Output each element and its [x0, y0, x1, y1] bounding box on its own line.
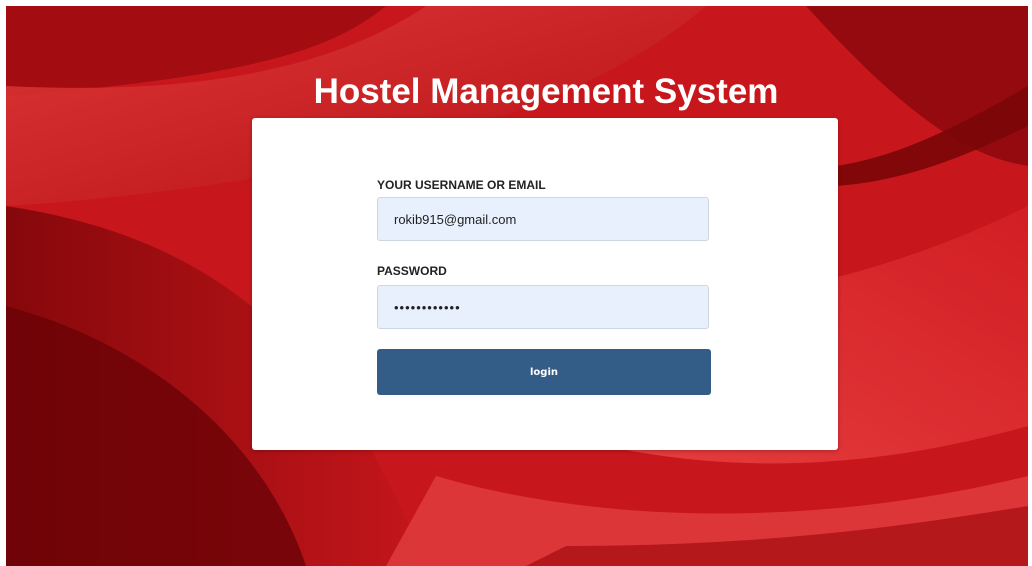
login-button[interactable]: login	[377, 349, 711, 395]
background-wallpaper: Hostel Management System YOUR USERNAME O…	[6, 6, 1028, 566]
page-title: Hostel Management System	[313, 72, 779, 111]
username-input[interactable]	[377, 197, 709, 241]
password-input[interactable]	[377, 285, 709, 329]
login-card: YOUR USERNAME OR EMAIL PASSWORD login	[252, 118, 838, 450]
username-label: YOUR USERNAME OR EMAIL	[377, 178, 546, 192]
password-label: PASSWORD	[377, 264, 447, 278]
